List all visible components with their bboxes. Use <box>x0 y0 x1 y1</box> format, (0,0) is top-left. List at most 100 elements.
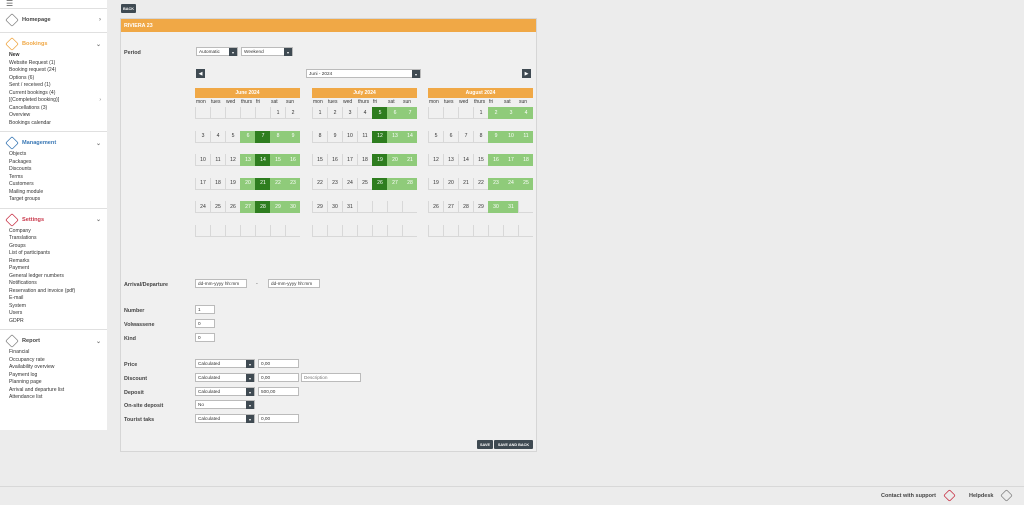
sidebar-item-overview[interactable]: Overview <box>9 112 101 120</box>
calendar-day[interactable]: 1 <box>312 107 327 119</box>
sidebar-item-packages[interactable]: Packages <box>9 159 101 167</box>
calendar-day[interactable]: 14 <box>458 154 473 166</box>
calendar-day[interactable]: 9 <box>488 130 503 143</box>
sidebar-item-groups[interactable]: Groups <box>9 243 101 251</box>
calendar-day[interactable]: 8 <box>312 130 327 143</box>
sidebar-item-list-of-participants[interactable]: List of participants <box>9 250 101 258</box>
sidebar-item-users[interactable]: Users <box>9 310 101 318</box>
helpdesk-icon[interactable] <box>1000 489 1013 502</box>
calendar-day[interactable]: 12 <box>225 154 240 166</box>
sidebar-item-website-request[interactable]: Website Request (1) <box>9 60 101 68</box>
calendar-day[interactable]: 8 <box>270 130 285 143</box>
onsite-deposit-select[interactable]: No ▾ <box>195 400 255 409</box>
calendar-day[interactable]: 19 <box>225 177 240 190</box>
calendar-day[interactable]: 20 <box>387 154 402 166</box>
calendar-day[interactable]: 23 <box>285 177 300 190</box>
sidebar-item-planning-page[interactable]: Planning page <box>9 379 101 387</box>
calendar-day[interactable]: 23 <box>488 177 503 190</box>
calendar-day[interactable]: 10 <box>342 130 357 143</box>
sidebar-item-options[interactable]: Options (6) <box>9 75 101 83</box>
sidebar-section-management[interactable]: Management ⌄ Objects Packages Discounts T… <box>0 131 107 208</box>
calendar-day[interactable]: 7 <box>255 130 270 143</box>
calendar-day[interactable]: 28 <box>402 177 417 190</box>
calendar-day[interactable]: 1 <box>270 107 285 119</box>
calendar-day[interactable]: 30 <box>285 201 300 213</box>
calendar-day[interactable]: 24 <box>503 177 518 190</box>
calendar-day[interactable]: 11 <box>518 130 533 143</box>
rocket-icon[interactable] <box>943 489 956 502</box>
departure-input[interactable]: dd-mm-yyyy hh:mm <box>268 279 320 288</box>
sidebar-item-mailing-module[interactable]: Mailing module <box>9 189 101 197</box>
sidebar-item-gdpr[interactable]: GDPR <box>9 318 101 326</box>
calendar-day[interactable]: 21 <box>255 177 270 190</box>
price-mode-select[interactable]: Calculated ▾ <box>195 359 255 368</box>
deposit-input[interactable]: 500,00 <box>258 387 299 396</box>
sidebar-section-homepage[interactable]: Homepage › <box>0 8 107 32</box>
sidebar-section-report[interactable]: Report ⌄ Financial Occupancy rate Availab… <box>0 329 107 406</box>
calendar-day[interactable]: 26 <box>225 201 240 213</box>
adults-input[interactable]: 0 <box>195 319 215 328</box>
save-and-back-button[interactable]: SAVE AND BACK <box>494 440 533 449</box>
calendar-day[interactable]: 13 <box>387 130 402 143</box>
sidebar-item-payment-log[interactable]: Payment log <box>9 372 101 380</box>
calendar-day[interactable]: 22 <box>473 177 488 190</box>
calendar-day[interactable]: 30 <box>488 201 503 213</box>
sidebar-item-company[interactable]: Company <box>9 228 101 236</box>
calendar-day[interactable]: 17 <box>342 154 357 166</box>
calendar-day[interactable]: 25 <box>518 177 533 190</box>
sidebar-item-system[interactable]: System <box>9 303 101 311</box>
arrival-input[interactable]: dd-mm-yyyy hh:mm <box>195 279 247 288</box>
calendar-day[interactable]: 16 <box>285 154 300 166</box>
calendar-day[interactable]: 22 <box>312 177 327 190</box>
sidebar-item-arrival-departure-list[interactable]: Arrival and departure list <box>9 387 101 395</box>
calendar-day[interactable]: 2 <box>327 107 342 119</box>
calendar-day[interactable]: 17 <box>503 154 518 166</box>
contact-support-link[interactable]: Contact with support <box>881 493 936 499</box>
sidebar-item-availability-overview[interactable]: Availability overview <box>9 364 101 372</box>
calendar-day[interactable]: 21 <box>458 177 473 190</box>
calendar-day[interactable]: 3 <box>342 107 357 119</box>
sidebar-item-objects[interactable]: Objects <box>9 151 101 159</box>
calendar-day[interactable]: 13 <box>240 154 255 166</box>
helpdesk-link[interactable]: Helpdesk <box>969 493 993 499</box>
number-input[interactable]: 1 <box>195 305 215 314</box>
save-button[interactable]: SAVE <box>477 440 493 449</box>
sidebar-item-completed-booking[interactable]: [(Completed booking)] › <box>9 97 101 105</box>
calendar-day[interactable]: 31 <box>503 201 518 213</box>
calendar-day[interactable]: 16 <box>327 154 342 166</box>
calendar-day[interactable]: 17 <box>195 177 210 190</box>
calendar-day[interactable]: 10 <box>195 154 210 166</box>
calendar-day[interactable]: 1 <box>473 107 488 119</box>
discount-input[interactable]: 0,00 <box>258 373 299 382</box>
calendar-day[interactable]: 15 <box>312 154 327 166</box>
sidebar-item-terms[interactable]: Terms <box>9 174 101 182</box>
sidebar-item-bookings-calendar[interactable]: Bookings calendar <box>9 120 101 128</box>
period-mode-select[interactable]: Automatic ▾ <box>196 47 238 56</box>
calendar-day[interactable]: 20 <box>240 177 255 190</box>
calendar-day[interactable]: 25 <box>210 201 225 213</box>
sidebar-item-customers[interactable]: Customers <box>9 181 101 189</box>
prev-month-button[interactable]: ◀ <box>196 69 205 78</box>
sidebar-item-occupancy-rate[interactable]: Occupancy rate <box>9 357 101 365</box>
calendar-day[interactable]: 5 <box>428 130 443 143</box>
calendar-day[interactable]: 28 <box>458 201 473 213</box>
sidebar-item-current-bookings[interactable]: Current bookings (4) <box>9 90 101 98</box>
calendar-day[interactable]: 7 <box>402 107 417 119</box>
sidebar-item-target-groups[interactable]: Target groups <box>9 196 101 204</box>
calendar-day[interactable]: 24 <box>342 177 357 190</box>
price-input[interactable]: 0,00 <box>258 359 299 368</box>
discount-description-input[interactable]: Description <box>301 373 361 382</box>
calendar-day[interactable]: 18 <box>210 177 225 190</box>
calendar-day[interactable]: 9 <box>327 130 342 143</box>
sidebar-item-payment[interactable]: Payment <box>9 265 101 273</box>
calendar-day[interactable]: 5 <box>372 107 387 119</box>
period-type-select[interactable]: Weekend ▾ <box>241 47 293 56</box>
sidebar-item-translations[interactable]: Translations <box>9 235 101 243</box>
calendar-day[interactable]: 7 <box>458 130 473 143</box>
calendar-day[interactable]: 29 <box>312 201 327 213</box>
sidebar-item-sent-received[interactable]: Sent / received (1) <box>9 82 101 90</box>
calendar-day[interactable]: 3 <box>195 130 210 143</box>
calendar-day[interactable]: 14 <box>402 130 417 143</box>
calendar-day[interactable]: 8 <box>473 130 488 143</box>
menu-icon[interactable]: ☰ <box>0 0 107 8</box>
